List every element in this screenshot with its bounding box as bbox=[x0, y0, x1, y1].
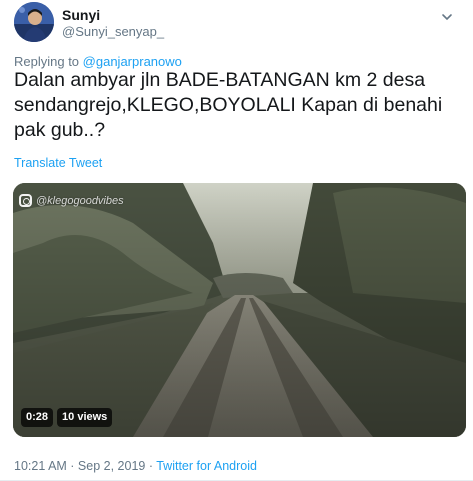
video-badges: 0:28 10 views bbox=[21, 408, 113, 427]
meta-separator: · bbox=[145, 459, 157, 473]
watermark-text: @klegogoodvibes bbox=[36, 194, 124, 207]
chevron-down-icon[interactable] bbox=[440, 10, 454, 24]
video-duration-badge: 0:28 bbox=[21, 408, 54, 427]
avatar-image bbox=[14, 2, 54, 42]
tweet-source-link[interactable]: Twitter for Android bbox=[156, 459, 257, 473]
author-names: Sunyi @Sunyi_senyap_ bbox=[62, 7, 164, 40]
tweet-header: Sunyi @Sunyi_senyap_ bbox=[14, 2, 454, 46]
instagram-icon bbox=[19, 194, 32, 207]
author-display-name[interactable]: Sunyi bbox=[62, 7, 164, 24]
replying-prefix: Replying to bbox=[14, 54, 80, 69]
author-handle[interactable]: @Sunyi_senyap_ bbox=[62, 24, 164, 40]
tweet-timestamp[interactable]: 10:21 AM · Sep 2, 2019 bbox=[14, 459, 145, 473]
reply-target-link[interactable]: @ganjarpranowo bbox=[83, 54, 182, 69]
video-views-badge: 10 views bbox=[57, 408, 113, 427]
translate-tweet-link[interactable]: Translate Tweet bbox=[14, 156, 102, 170]
video-thumbnail bbox=[13, 183, 466, 437]
avatar[interactable] bbox=[14, 2, 54, 42]
tweet-meta: 10:21 AM · Sep 2, 2019 · Twitter for And… bbox=[14, 459, 257, 473]
video-watermark: @klegogoodvibes bbox=[19, 194, 124, 207]
tweet-text: Dalan ambyar jln BADE-BATANGAN km 2 desa… bbox=[14, 69, 443, 141]
replying-to: Replying to @ganjarpranowo bbox=[14, 54, 182, 69]
video-player[interactable]: @klegogoodvibes 0:28 10 views bbox=[13, 183, 466, 437]
